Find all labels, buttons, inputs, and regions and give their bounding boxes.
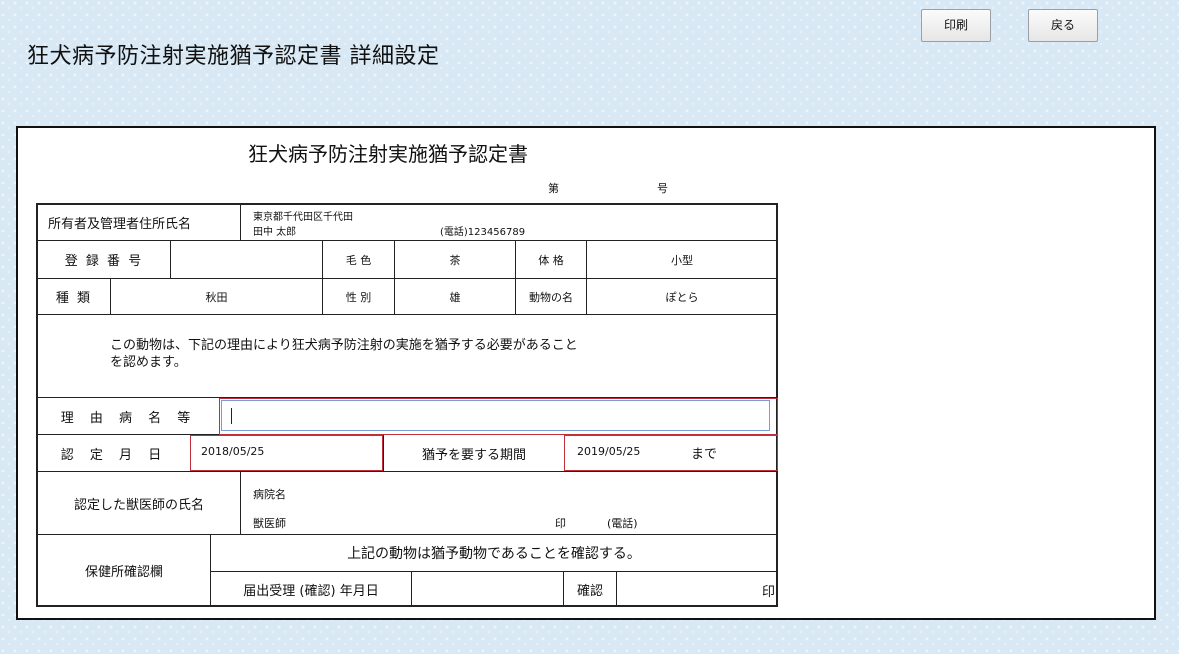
receipt-date-label: 届出受理 (確認) 年月日 — [243, 583, 379, 599]
row-divider — [37, 314, 777, 315]
fur-color-value: 茶 — [449, 253, 461, 267]
hospital-label: 病院名 — [253, 488, 286, 501]
sex-label: 性 別 — [345, 290, 372, 304]
check-seal-label: 印 — [762, 585, 776, 600]
col-divider — [240, 204, 241, 240]
document-title: 狂犬病予防注射実施猶予認定書 — [248, 142, 528, 166]
owner-phone: (電話)123456789 — [440, 227, 526, 238]
breed-label: 種 類 — [55, 291, 93, 306]
text-cursor — [231, 408, 232, 424]
vet-name-label: 獣医師 — [253, 517, 286, 530]
col-divider — [240, 472, 241, 534]
print-button[interactable]: 印刷 — [921, 9, 991, 42]
page-title: 狂犬病予防注射実施猶予認定書 詳細設定 — [27, 44, 440, 69]
registration-value — [171, 241, 322, 278]
vet-label: 認定した獣医師の氏名 — [73, 497, 204, 513]
reason-input[interactable] — [221, 400, 770, 431]
owner-name: 田中 太郎 — [253, 227, 297, 238]
sex-value: 雄 — [449, 290, 461, 304]
owner-label: 所有者及管理者住所氏名 — [48, 216, 192, 232]
cert-date-label: 認 定 月 日 — [60, 447, 168, 463]
vet-phone-label: (電話) — [607, 517, 638, 530]
period-label: 猶予を要する期間 — [421, 447, 526, 463]
build-label: 体 格 — [538, 253, 564, 267]
back-button[interactable]: 戻る — [1028, 9, 1098, 42]
cert-date-input[interactable]: 2018/05/25 — [201, 445, 264, 458]
receipt-date-value — [412, 572, 563, 606]
pet-name-label: 動物の名 — [529, 290, 573, 304]
fur-color-label: 毛 色 — [345, 253, 372, 267]
period-date-input[interactable]: 2019/05/25 — [577, 445, 640, 458]
col-divider — [616, 572, 617, 606]
reason-label: 理 由 病 名 等 — [60, 410, 197, 426]
registration-label: 登 録 番 号 — [64, 254, 144, 269]
pet-name-value: ぽとら — [665, 290, 699, 304]
statement-line2: を認めます。 — [110, 355, 187, 370]
number-prefix: 第 — [548, 182, 559, 195]
number-suffix: 号 — [657, 182, 668, 195]
period-suffix: まで — [691, 447, 718, 462]
confirm-text: 上記の動物は猶予動物であることを確認する。 — [347, 546, 641, 562]
health-center-label: 保健所確認欄 — [84, 565, 163, 580]
vet-seal-label: 印 — [555, 517, 566, 530]
build-value: 小型 — [671, 253, 693, 267]
check-label: 確認 — [576, 583, 603, 599]
owner-address: 東京都千代田区千代田 — [253, 212, 353, 223]
breed-value: 秋田 — [205, 290, 228, 304]
